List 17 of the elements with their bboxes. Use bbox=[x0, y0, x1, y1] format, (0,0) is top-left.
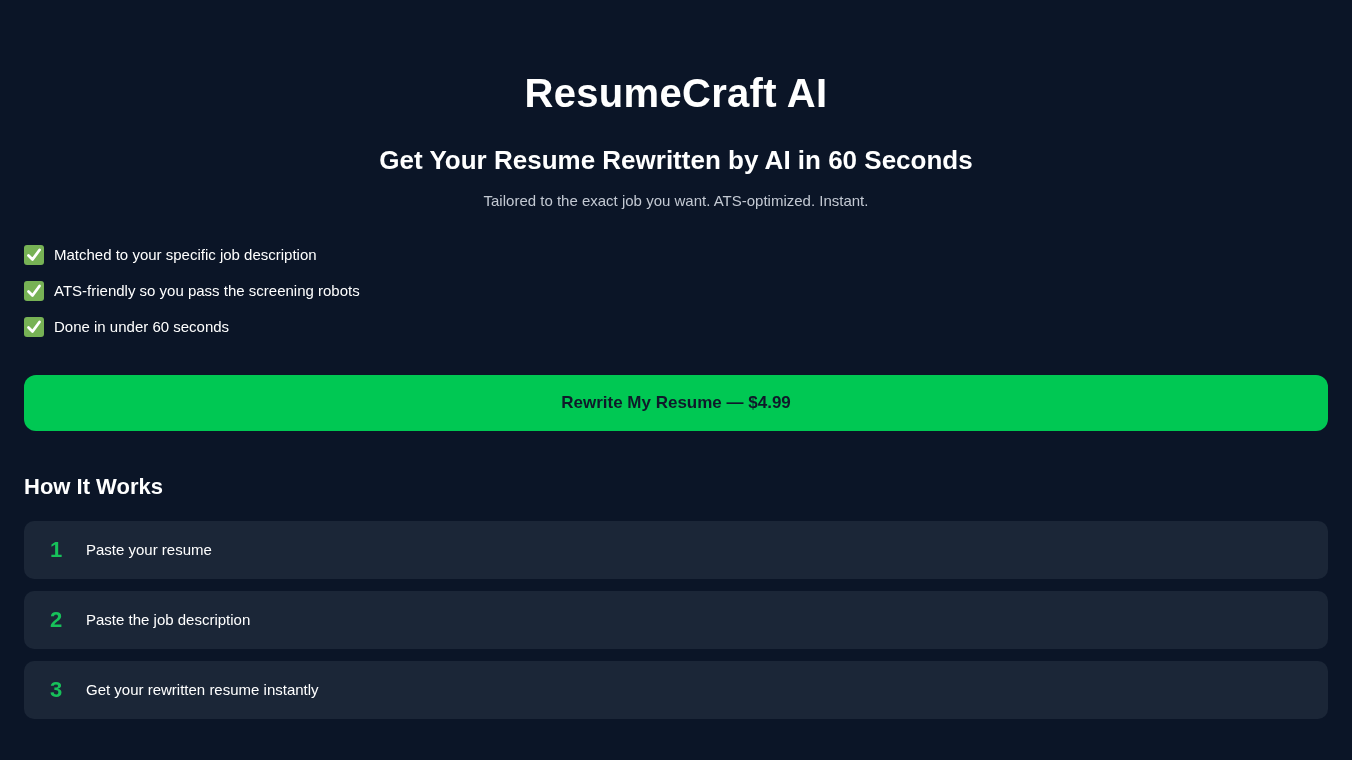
check-icon bbox=[24, 281, 44, 301]
step-text: Paste the job description bbox=[86, 611, 251, 629]
step-text: Paste your resume bbox=[86, 541, 212, 559]
step-number: 2 bbox=[50, 607, 62, 633]
step-number: 1 bbox=[50, 537, 62, 563]
feature-text: Done in under 60 seconds bbox=[54, 318, 230, 336]
page-title: ResumeCraft AI bbox=[524, 70, 828, 116]
feature-text: Matched to your specific job description bbox=[54, 246, 317, 264]
headline: Get Your Resume Rewritten by AI in 60 Seconds bbox=[379, 145, 973, 175]
feature-text: ATS-friendly so you pass the screening robots bbox=[54, 282, 360, 300]
check-icon bbox=[24, 317, 44, 337]
step-text: Get your rewritten resume instantly bbox=[86, 681, 319, 699]
check-icon bbox=[24, 245, 44, 265]
section-heading: How It Works bbox=[24, 474, 163, 500]
rewrite-resume-button[interactable]: Rewrite My Resume — $4.99 bbox=[24, 375, 1328, 431]
step-number: 3 bbox=[50, 677, 62, 703]
tagline: Tailored to the exact job you want. ATS-optimized. Instant. bbox=[483, 192, 869, 210]
